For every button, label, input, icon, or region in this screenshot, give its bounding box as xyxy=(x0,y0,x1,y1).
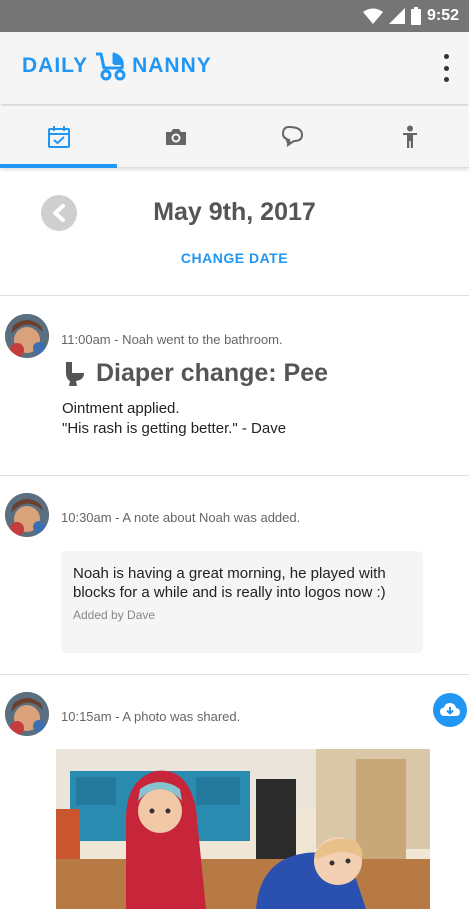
tab-bar xyxy=(0,106,469,168)
event-line: Ointment applied. xyxy=(62,400,180,417)
date-title: May 9th, 2017 xyxy=(153,198,316,226)
note-card: Noah is having a great morning, he playe… xyxy=(61,551,423,653)
overflow-menu-button[interactable] xyxy=(441,54,451,82)
child-photo-thumbnail xyxy=(5,692,49,736)
stroller-icon xyxy=(96,52,126,81)
app-logo: DAILY NANNY xyxy=(22,50,212,82)
status-icons: 9:52 xyxy=(362,6,459,26)
child-photo-thumbnail xyxy=(5,314,49,358)
app-bar: DAILY NANNY xyxy=(0,32,469,104)
chat-bubbles-icon xyxy=(281,125,303,148)
cloud-download-icon xyxy=(440,703,460,716)
download-photo-button[interactable] xyxy=(433,693,467,727)
event-line: "His rash is getting better." - Dave xyxy=(62,420,287,437)
timeline-entry: 10:30am - A note about Noah was added. N… xyxy=(0,476,469,675)
date-header: May 9th, 2017 CHANGE DATE xyxy=(0,168,469,296)
change-date-button[interactable]: CHANGE DATE xyxy=(0,250,469,266)
event-title-text: Diaper change: Pee xyxy=(96,359,329,387)
entry-meta: 11:00am - Noah went to the bathroom. xyxy=(61,332,283,347)
battery-icon xyxy=(410,7,421,25)
dot-icon xyxy=(443,77,449,82)
timeline-entry: 10:15am - A photo was shared. xyxy=(0,675,469,909)
cell-signal-icon xyxy=(388,8,405,24)
calendar-icon xyxy=(47,126,70,148)
child-icon xyxy=(402,125,417,148)
child-photo-thumbnail xyxy=(5,493,49,537)
avatar xyxy=(5,314,49,358)
event-details: Ointment applied. "His rash is getting b… xyxy=(62,399,286,439)
dot-icon xyxy=(443,54,449,59)
tab-calendar[interactable] xyxy=(0,106,117,168)
entry-meta: 10:30am - A note about Noah was added. xyxy=(61,510,301,525)
dot-icon xyxy=(443,65,449,71)
logo-text-right: NANNY xyxy=(132,54,212,77)
status-bar: 9:52 xyxy=(0,0,469,32)
note-author: Added by Dave xyxy=(73,608,156,622)
camera-icon xyxy=(165,129,186,145)
avatar xyxy=(5,692,49,736)
shared-photo[interactable] xyxy=(56,749,430,909)
entry-meta: 10:15am - A photo was shared. xyxy=(61,709,241,724)
toilet-icon xyxy=(66,361,84,386)
logo-text-left: DAILY xyxy=(22,54,89,77)
note-text: Noah is having a great morning, he playe… xyxy=(73,565,386,601)
status-time: 9:52 xyxy=(426,7,459,24)
tab-child[interactable] xyxy=(351,106,468,168)
timeline-entry: 11:00am - Noah went to the bathroom. Dia… xyxy=(0,297,469,476)
children-photo-image xyxy=(56,749,430,909)
tab-messages[interactable] xyxy=(234,106,351,168)
event-title: Diaper change: Pee xyxy=(64,359,328,388)
wifi-icon xyxy=(362,8,383,24)
avatar xyxy=(5,493,49,537)
tab-photos[interactable] xyxy=(117,106,234,168)
